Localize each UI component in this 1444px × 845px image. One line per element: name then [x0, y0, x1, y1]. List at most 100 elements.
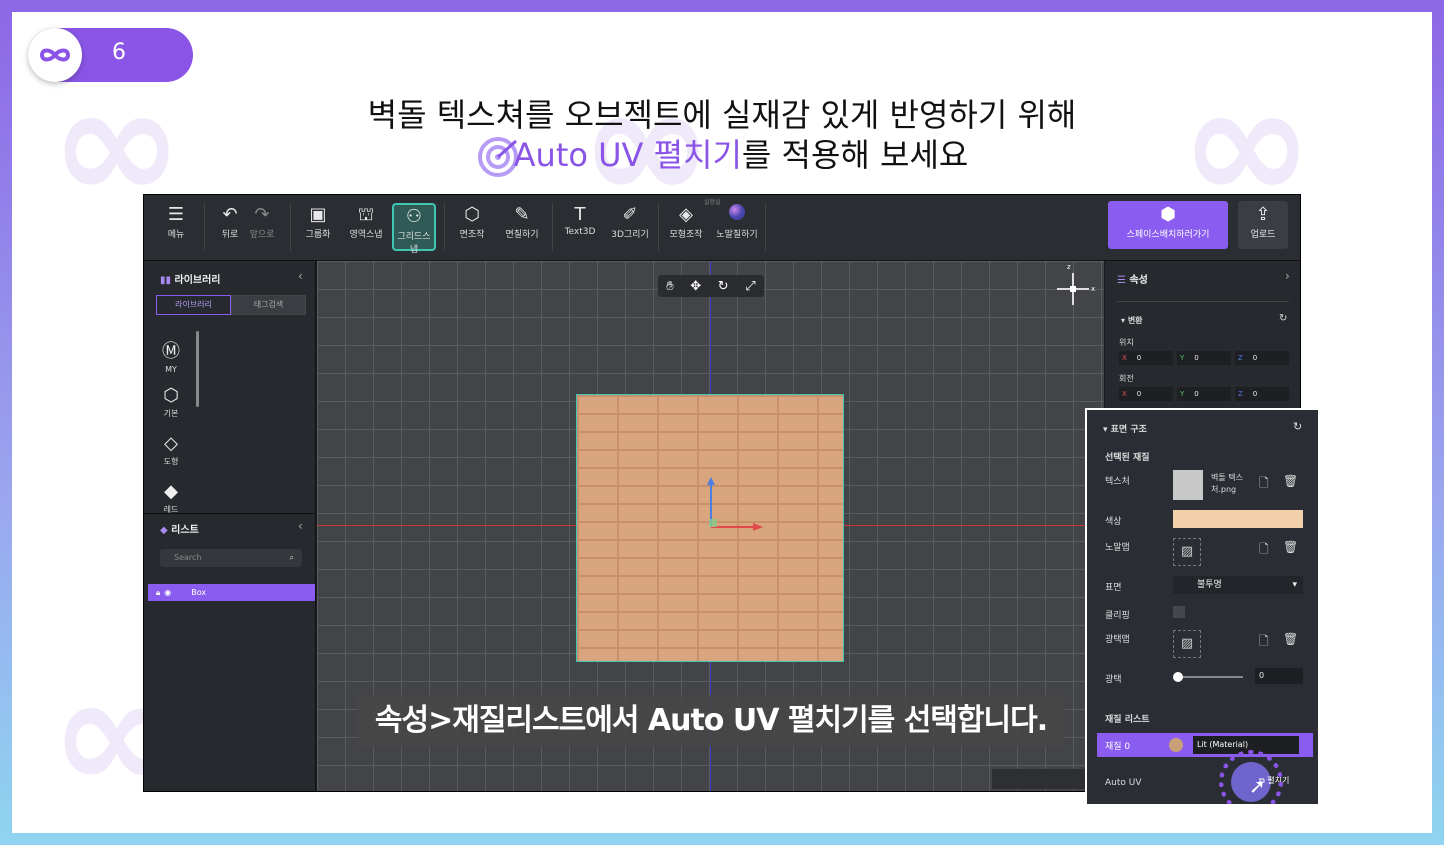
list-search-input[interactable]: Search ⌕	[160, 549, 302, 567]
position-y-input[interactable]: Y0	[1177, 351, 1231, 365]
draw3d-button[interactable]: ✐ 3D그리기	[608, 203, 652, 251]
trash-icon[interactable]: 🗑	[1283, 474, 1298, 488]
properties-title: ☰ 속성	[1117, 275, 1148, 286]
color-swatch[interactable]	[1173, 510, 1303, 528]
surface-select[interactable]: 불투명 ▾	[1173, 576, 1303, 594]
gloss-map-label: 광택맵	[1105, 635, 1130, 645]
surface-section-header[interactable]: ▾ 표면 구조	[1103, 422, 1147, 435]
model-edit-icon: ◈	[679, 204, 693, 225]
brush-icon: ✎	[514, 204, 530, 225]
slide-number-badge: 6	[28, 28, 193, 82]
gloss-slider-thumb[interactable]	[1173, 672, 1183, 682]
redo-button[interactable]: ↷ 앞으로	[240, 203, 284, 251]
pen-icon: ✐	[622, 204, 638, 225]
file-icon[interactable]: 🗋	[1259, 540, 1269, 561]
tab-tag-search[interactable]: 태그검색	[231, 295, 306, 315]
group-icon: ▣	[309, 204, 327, 225]
list-item[interactable]: 🔒︎ ◉ Box	[148, 584, 315, 601]
grid-snap-button[interactable]: ⚇ 그리드스냅	[392, 203, 436, 255]
gloss-label: 광택	[1105, 675, 1122, 685]
reset-icon[interactable]: ↻	[1279, 313, 1287, 324]
orientation-gizmo[interactable]: z x	[1053, 263, 1097, 311]
upload-icon: ⇪	[1255, 204, 1271, 225]
rotation-z-input[interactable]: Z0	[1235, 387, 1289, 401]
upload-button[interactable]: ⇪ 업로드	[1238, 201, 1288, 249]
gloss-value-input[interactable]: 0	[1255, 668, 1303, 684]
viewport-statusbar	[992, 769, 1092, 789]
text3d-button[interactable]: T Text3D	[558, 203, 602, 251]
file-icon[interactable]: 🗋	[1259, 474, 1269, 495]
expand-chevron-icon[interactable]: ›	[1285, 269, 1290, 283]
library-icon: ▮▮	[160, 275, 175, 286]
scrollbar[interactable]	[196, 331, 199, 407]
area-snap-icon: ⛫	[357, 204, 375, 225]
hand-icon[interactable]: ✋︎	[666, 279, 673, 294]
transform-section-header[interactable]: ▾ 변환	[1121, 315, 1143, 326]
position-x-input[interactable]: X0	[1119, 351, 1173, 365]
slide-number: 6	[112, 40, 126, 65]
gloss-slider[interactable]	[1175, 676, 1243, 678]
subtitle-text: 를 적용해 보세요	[741, 136, 969, 174]
trash-icon[interactable]: 🗑	[1283, 632, 1298, 646]
trash-icon[interactable]: 🗑	[1283, 540, 1298, 554]
brand-logo-icon	[28, 28, 82, 82]
material-row[interactable]: 재질 0 Lit (Material)	[1097, 733, 1313, 757]
material-list-label: 재질 리스트	[1105, 715, 1150, 725]
page-subtitle: Auto UV 펼치기를 적용해 보세요	[0, 130, 1444, 179]
category-shapes[interactable]: ◇ 도형	[158, 433, 184, 467]
material-preview-icon	[1169, 738, 1183, 752]
paint-button[interactable]: ✎ 면칠하기	[500, 203, 544, 251]
layers-icon: ◆	[160, 525, 172, 536]
category-my[interactable]: Ⓜ MY	[158, 337, 184, 374]
texture-thumbnail[interactable]	[1173, 470, 1203, 500]
transform-gizmo[interactable]	[707, 475, 767, 535]
space-placement-button[interactable]: ⬢ 스페이스배치하러가기	[1108, 201, 1228, 249]
rotate-icon[interactable]: ↻	[718, 279, 729, 294]
texture-label: 텍스처	[1105, 477, 1130, 487]
cube-icon: ⬡	[163, 385, 179, 406]
menu-button[interactable]: ☰ 메뉴	[154, 203, 198, 251]
brick-box-object[interactable]	[576, 394, 844, 662]
rotation-label: 회전	[1119, 374, 1134, 383]
cube-icon: ⬢	[1160, 204, 1176, 225]
divider	[552, 203, 553, 251]
collapse-chevron-icon[interactable]: ‹	[298, 269, 303, 283]
rotation-y-input[interactable]: Y0	[1177, 387, 1231, 401]
divider	[204, 203, 205, 251]
scale-icon[interactable]: ⤢	[745, 279, 755, 294]
normal-map-label: 노말맵	[1105, 543, 1130, 553]
position-z-input[interactable]: Z0	[1235, 351, 1289, 365]
tab-library[interactable]: 라이브러리	[156, 295, 231, 315]
search-icon: ⌕	[289, 553, 294, 562]
move-icon[interactable]: ✥	[690, 279, 701, 294]
surface-label: 표면	[1105, 583, 1122, 593]
model-edit-button[interactable]: ◈ 모형조작	[664, 203, 708, 251]
rotation-x-input[interactable]: X0	[1119, 387, 1173, 401]
position-label: 위치	[1119, 338, 1134, 347]
category-lead[interactable]: ◆ 레드	[158, 481, 184, 515]
file-icon[interactable]: 🗋	[1259, 632, 1269, 653]
clipping-checkbox[interactable]	[1173, 606, 1185, 618]
collapse-chevron-icon[interactable]: ‹	[298, 519, 303, 533]
face-edit-button[interactable]: ⬡ 면조작	[450, 203, 494, 251]
divider	[290, 203, 291, 251]
watermark-logo: ∞	[50, 640, 183, 827]
group-button[interactable]: ▣ 그룹화	[296, 203, 340, 251]
category-basic[interactable]: ⬡ 기본	[158, 385, 184, 419]
lock-icon[interactable]: 🔒︎	[156, 588, 160, 597]
library-panel: ▮▮ 라이브러리 ‹ 라이브러리 태그검색 Ⓜ MY ⬡ 기본 ◇ 도형 ◆ 레드 ◆ …	[144, 261, 316, 791]
image-placeholder-icon[interactable]: ▨	[1173, 630, 1201, 658]
color-label: 색상	[1105, 517, 1122, 527]
eye-icon[interactable]: ◉	[164, 588, 171, 597]
library-tabs: 라이브러리 태그검색	[156, 295, 306, 315]
normal-paint-button[interactable]: 노말칠하기	[714, 203, 760, 251]
3d-viewport[interactable]: ✋︎ ✥ ↻ ⤢ z x 속성>재질리스트에서 Auto UV 펼치기를 선택합…	[317, 261, 1104, 791]
auto-uv-label: Auto UV	[1105, 778, 1142, 788]
clipping-label: 클리핑	[1105, 611, 1130, 621]
shapes-icon: ◇	[164, 433, 178, 454]
grid-snap-icon: ⚇	[405, 206, 423, 227]
divider	[658, 203, 659, 251]
image-placeholder-icon[interactable]: ▨	[1173, 538, 1201, 566]
area-snap-button[interactable]: ⛫ 영역스냅	[344, 203, 388, 251]
reset-icon[interactable]: ↻	[1293, 420, 1302, 433]
